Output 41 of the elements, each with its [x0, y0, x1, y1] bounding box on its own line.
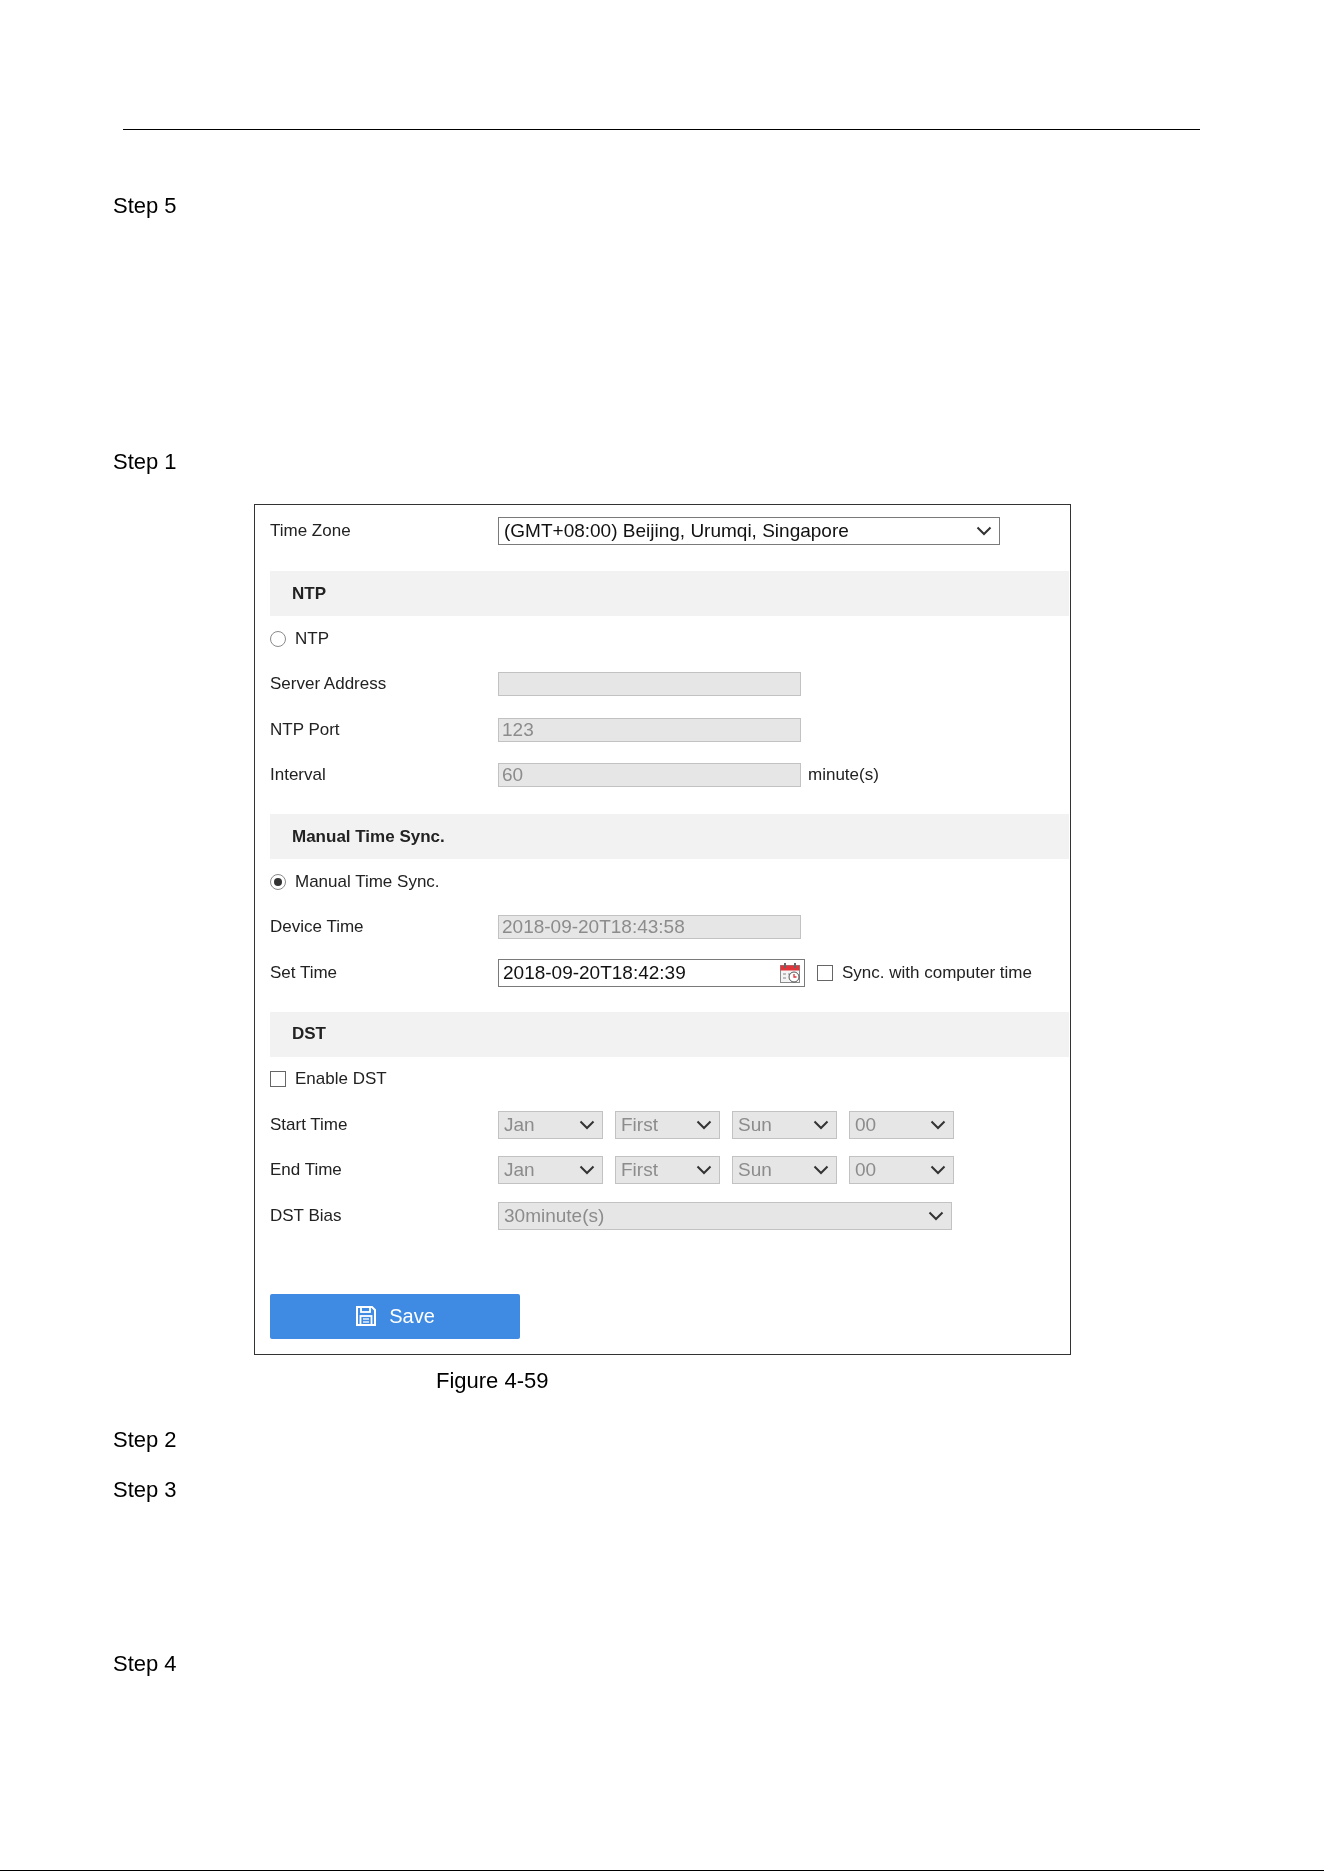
radio-button[interactable] — [270, 630, 286, 647]
chevron-icon — [928, 1210, 944, 1221]
field-label: NTP Port — [270, 719, 341, 740]
chevron-icon — [976, 526, 992, 536]
field-label: Set Time — [270, 962, 339, 983]
unit-label: minute(s) — [808, 765, 879, 786]
option-label: Manual Time Sync. — [295, 871, 440, 892]
field-label: Interval — [270, 765, 327, 786]
dropdown[interactable]: (GMT+08:00) Beijing, Urumqi, Singapore — [498, 517, 1000, 545]
section-header: NTP — [270, 571, 1069, 616]
figure-caption: Figure 4-59 — [436, 1366, 549, 1394]
calendar-icon[interactable] — [778, 960, 802, 985]
field-label: Server Address — [270, 674, 388, 695]
field-label: Device Time — [270, 917, 365, 938]
field-label: DST Bias — [270, 1205, 343, 1226]
chevron-icon — [579, 1165, 595, 1176]
field-label: End Time — [270, 1160, 343, 1181]
step-label: Step 5 — [113, 192, 177, 219]
chevron-icon — [930, 1165, 946, 1176]
step-label: Step 2 — [113, 1425, 177, 1453]
field-label: Time Zone — [270, 521, 352, 541]
save-button[interactable]: Save — [270, 1293, 520, 1339]
date-time-field[interactable]: 2018-09-20T18:42:39 — [498, 958, 805, 987]
checkbox[interactable] — [270, 1071, 286, 1088]
chevron-icon — [696, 1165, 712, 1176]
chevron-icon — [813, 1165, 829, 1176]
chevron-icon — [813, 1119, 829, 1130]
step-label: Step 4 — [113, 1649, 177, 1677]
field-label: Start Time — [270, 1114, 349, 1135]
step-label: Step 3 — [113, 1475, 177, 1503]
chevron-icon — [930, 1119, 946, 1130]
option-label: NTP — [295, 628, 329, 649]
option-label: Sync. with computer time — [842, 962, 1032, 983]
radio-button[interactable] — [270, 873, 286, 890]
chevron-icon — [579, 1119, 595, 1130]
section-header: DST — [270, 1011, 1069, 1057]
option-label: Enable DST — [295, 1069, 387, 1090]
checkbox[interactable] — [817, 964, 833, 981]
section-header: Manual Time Sync. — [270, 814, 1069, 859]
step-label: Step 1 — [113, 448, 177, 475]
chevron-icon — [696, 1119, 712, 1130]
